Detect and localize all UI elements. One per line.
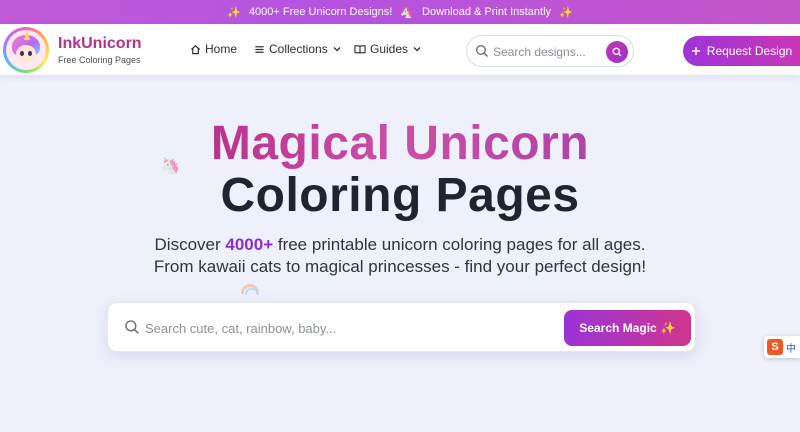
request-design-label: Request Design xyxy=(706,44,793,58)
search-icon xyxy=(612,47,622,57)
nav-guides[interactable]: Guides xyxy=(354,42,422,56)
nav-collections-label: Collections xyxy=(269,42,328,56)
sparkle-icon: ✨ xyxy=(559,6,573,19)
unicorn-girl-icon xyxy=(6,30,46,70)
announcement-text-1: 4000+ Free Unicorn Designs! xyxy=(248,6,393,18)
chevron-down-icon xyxy=(413,47,421,52)
hero-subtitle: Discover 4000+ free printable unicorn co… xyxy=(0,234,800,278)
hero-subtitle-line-1: Discover 4000+ free printable unicorn co… xyxy=(154,235,646,254)
logo[interactable] xyxy=(3,27,49,73)
brand-name[interactable]: InkUnicorn xyxy=(58,35,142,53)
book-icon xyxy=(354,44,366,54)
design-count: 4000+ xyxy=(225,235,274,254)
nav-guides-label: Guides xyxy=(370,42,409,56)
sparkle-icon: ✨ xyxy=(660,321,676,335)
nav-home-label: Home xyxy=(205,42,238,56)
search-icon xyxy=(125,320,139,334)
brand-tagline: Free Coloring Pages xyxy=(58,55,141,65)
header-search xyxy=(466,35,634,67)
unicorn-icon: 🦄 xyxy=(400,6,415,19)
hero-subtitle-line-2: From kawaii cats to magical princesses -… xyxy=(153,257,647,276)
hero-title-line-1: Magical Unicorn xyxy=(210,117,590,170)
ime-logo-icon: S xyxy=(767,339,783,355)
nav-home[interactable]: Home xyxy=(190,42,237,56)
rainbow-icon xyxy=(241,284,259,295)
ime-toolbar[interactable]: S 中 xyxy=(764,336,800,358)
hero-title-line-2: Coloring Pages xyxy=(220,169,580,222)
announcement-bar: ✨ 4000+ Free Unicorn Designs! 🦄 Download… xyxy=(0,0,800,24)
request-design-button[interactable]: Request Design xyxy=(683,36,800,66)
header-search-button[interactable] xyxy=(606,41,628,63)
ime-language-label: 中 xyxy=(786,343,796,355)
search-icon xyxy=(475,44,489,58)
nav-collections[interactable]: Collections xyxy=(254,42,342,56)
sparkle-icon: ✨ xyxy=(227,6,241,19)
main-search: Search Magic ✨ xyxy=(107,302,696,352)
site-header: InkUnicorn Free Coloring Pages Home Coll… xyxy=(0,24,800,76)
announcement-text-2: Download & Print Instantly xyxy=(422,6,552,18)
main-search-input[interactable] xyxy=(145,317,545,339)
home-icon xyxy=(190,44,201,54)
header-search-input[interactable] xyxy=(493,42,603,62)
chevron-down-icon xyxy=(333,47,341,52)
plus-icon xyxy=(691,47,700,55)
search-magic-button[interactable]: Search Magic ✨ xyxy=(564,310,691,346)
search-magic-label: Search Magic xyxy=(579,321,657,335)
list-icon xyxy=(255,45,264,53)
